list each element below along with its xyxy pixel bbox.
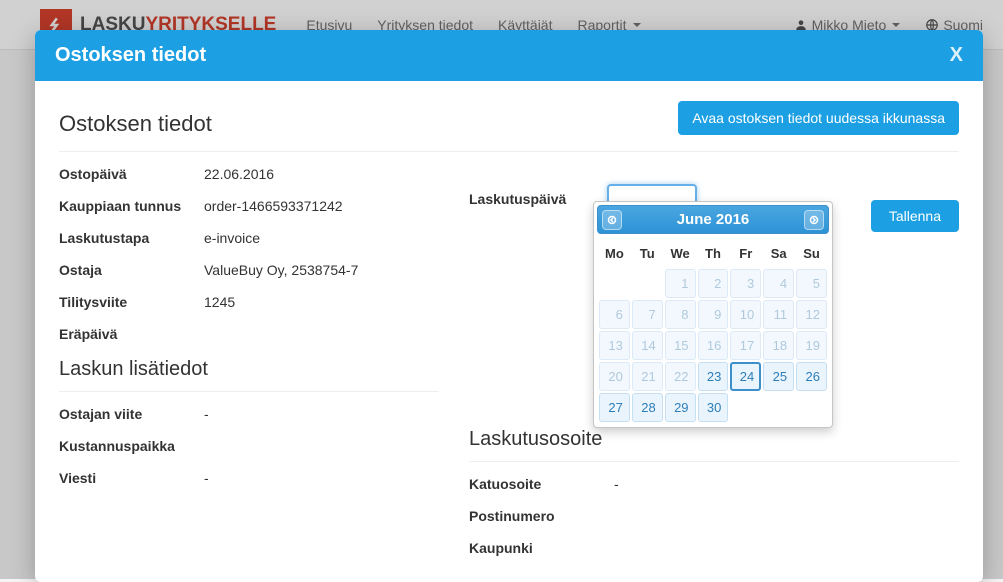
value-buyer-ref: - (204, 406, 209, 422)
purchase-details-modal: Ostoksen tiedot X Avaa ostoksen tiedot u… (35, 30, 983, 582)
datepicker-day[interactable]: 28 (632, 393, 663, 422)
datepicker-day: 1 (665, 269, 696, 298)
datepicker-day: 17 (730, 331, 761, 360)
datepicker-day[interactable]: 30 (698, 393, 729, 422)
row-purchase-date: Ostopäivä 22.06.2016 (59, 166, 439, 182)
label-billing-method: Laskutustapa (59, 230, 204, 246)
datepicker-day: 20 (599, 362, 630, 391)
value-street: - (614, 476, 619, 492)
label-street: Katuosoite (469, 476, 614, 492)
value-message: - (204, 470, 209, 486)
datepicker-dow: Mo (599, 240, 630, 267)
datepicker-day: 21 (632, 362, 663, 391)
datepicker-dow: We (665, 240, 696, 267)
row-street: Katuosoite - (469, 476, 959, 492)
datepicker-day: 3 (730, 269, 761, 298)
datepicker: June 2016 MoTuWeThFrSaSu 123456789101112… (593, 201, 833, 428)
datepicker-day: 15 (665, 331, 696, 360)
datepicker-day: 10 (730, 300, 761, 329)
modal-title: Ostoksen tiedot (55, 44, 206, 67)
value-billing-method: e-invoice (204, 230, 260, 246)
divider (59, 391, 439, 392)
close-icon[interactable]: X (950, 44, 963, 67)
datepicker-day: 7 (632, 300, 663, 329)
datepicker-day: 13 (599, 331, 630, 360)
row-cost-center: Kustannuspaikka (59, 438, 439, 454)
label-purchase-date: Ostopäivä (59, 166, 204, 182)
datepicker-day: 2 (698, 269, 729, 298)
datepicker-month: June 2016 (677, 211, 750, 228)
datepicker-day: 4 (763, 269, 794, 298)
row-merchant-id: Kauppiaan tunnus order-1466593371242 (59, 198, 439, 214)
row-buyer: Ostaja ValueBuy Oy, 2538754-7 (59, 262, 439, 278)
details-right: Laskutuspäivä Tallenna June 2016 (469, 166, 959, 572)
modal-header: Ostoksen tiedot X (35, 30, 983, 81)
row-due-date: Eräpäivä (59, 326, 439, 342)
datepicker-day: 18 (763, 331, 794, 360)
label-settlement-ref: Tilitysviite (59, 294, 204, 310)
divider (59, 151, 959, 152)
datepicker-day: 11 (763, 300, 794, 329)
row-postal: Postinumero (469, 508, 959, 524)
label-invoice-date: Laskutuspäivä (469, 191, 589, 207)
label-buyer: Ostaja (59, 262, 204, 278)
datepicker-day: 6 (599, 300, 630, 329)
datepicker-day: 5 (796, 269, 827, 298)
subheading-billing-address: Laskutusosoite (469, 428, 959, 451)
datepicker-day[interactable]: 26 (796, 362, 827, 391)
datepicker-dow: Fr (730, 240, 761, 267)
row-message: Viesti - (59, 470, 439, 486)
datepicker-header: June 2016 (597, 205, 829, 234)
label-postal: Postinumero (469, 508, 614, 524)
datepicker-day: 19 (796, 331, 827, 360)
datepicker-day[interactable]: 24 (730, 362, 761, 391)
datepicker-next-icon[interactable] (804, 210, 824, 230)
datepicker-table: MoTuWeThFrSaSu 1234567891011121314151617… (597, 238, 829, 424)
datepicker-dow: Su (796, 240, 827, 267)
datepicker-day: 12 (796, 300, 827, 329)
datepicker-day: 8 (665, 300, 696, 329)
label-buyer-ref: Ostajan viite (59, 406, 204, 422)
row-billing-method: Laskutustapa e-invoice (59, 230, 439, 246)
datepicker-dow: Sa (763, 240, 794, 267)
row-settlement-ref: Tilitysviite 1245 (59, 294, 439, 310)
modal-body: Avaa ostoksen tiedot uudessa ikkunassa O… (35, 81, 983, 582)
save-button[interactable]: Tallenna (871, 200, 959, 232)
datepicker-day: 22 (665, 362, 696, 391)
label-message: Viesti (59, 470, 204, 486)
details-left: Ostopäivä 22.06.2016 Kauppiaan tunnus or… (59, 166, 439, 572)
label-cost-center: Kustannuspaikka (59, 438, 204, 454)
open-in-new-window-button[interactable]: Avaa ostoksen tiedot uudessa ikkunassa (678, 101, 959, 135)
row-city: Kaupunki (469, 540, 959, 556)
datepicker-day[interactable]: 25 (763, 362, 794, 391)
datepicker-day[interactable]: 23 (698, 362, 729, 391)
value-settlement-ref: 1245 (204, 294, 235, 310)
datepicker-dow: Th (698, 240, 729, 267)
label-merchant-id: Kauppiaan tunnus (59, 198, 204, 214)
datepicker-dow: Tu (632, 240, 663, 267)
datepicker-day[interactable]: 29 (665, 393, 696, 422)
value-purchase-date: 22.06.2016 (204, 166, 274, 182)
subheading-extra-info: Laskun lisätiedot (59, 358, 439, 381)
row-buyer-ref: Ostajan viite - (59, 406, 439, 422)
value-merchant-id: order-1466593371242 (204, 198, 343, 214)
datepicker-day[interactable]: 27 (599, 393, 630, 422)
value-buyer: ValueBuy Oy, 2538754-7 (204, 262, 358, 278)
datepicker-day: 14 (632, 331, 663, 360)
datepicker-day: 16 (698, 331, 729, 360)
label-due-date: Eräpäivä (59, 326, 204, 342)
divider (469, 461, 959, 462)
datepicker-day: 9 (698, 300, 729, 329)
label-city: Kaupunki (469, 540, 614, 556)
datepicker-prev-icon[interactable] (602, 210, 622, 230)
